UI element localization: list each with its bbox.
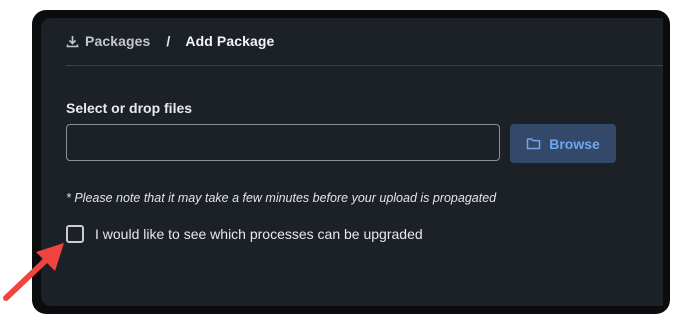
file-field-label: Select or drop files xyxy=(66,100,193,116)
breadcrumb-current-page: Add Package xyxy=(185,33,275,49)
upload-note: * Please note that it may take a few min… xyxy=(66,191,497,205)
browse-button[interactable]: Browse xyxy=(510,124,616,163)
upgrade-option-label[interactable]: I would like to see which processes can … xyxy=(95,226,423,242)
header-divider xyxy=(66,65,663,66)
folder-icon xyxy=(526,138,541,150)
breadcrumb-separator: / xyxy=(166,33,171,49)
file-drop-input[interactable] xyxy=(66,124,500,161)
upgrade-option-checkbox[interactable] xyxy=(66,225,84,243)
breadcrumb-packages-link[interactable]: Packages xyxy=(66,33,150,49)
browse-button-label: Browse xyxy=(549,135,600,152)
download-icon xyxy=(66,35,79,47)
add-package-panel: Packages / Add Package Select or drop fi… xyxy=(41,18,663,306)
breadcrumb-packages-label: Packages xyxy=(85,33,151,49)
upgrade-option-row[interactable]: I would like to see which processes can … xyxy=(66,225,423,243)
breadcrumb: Packages / Add Package xyxy=(66,33,274,49)
